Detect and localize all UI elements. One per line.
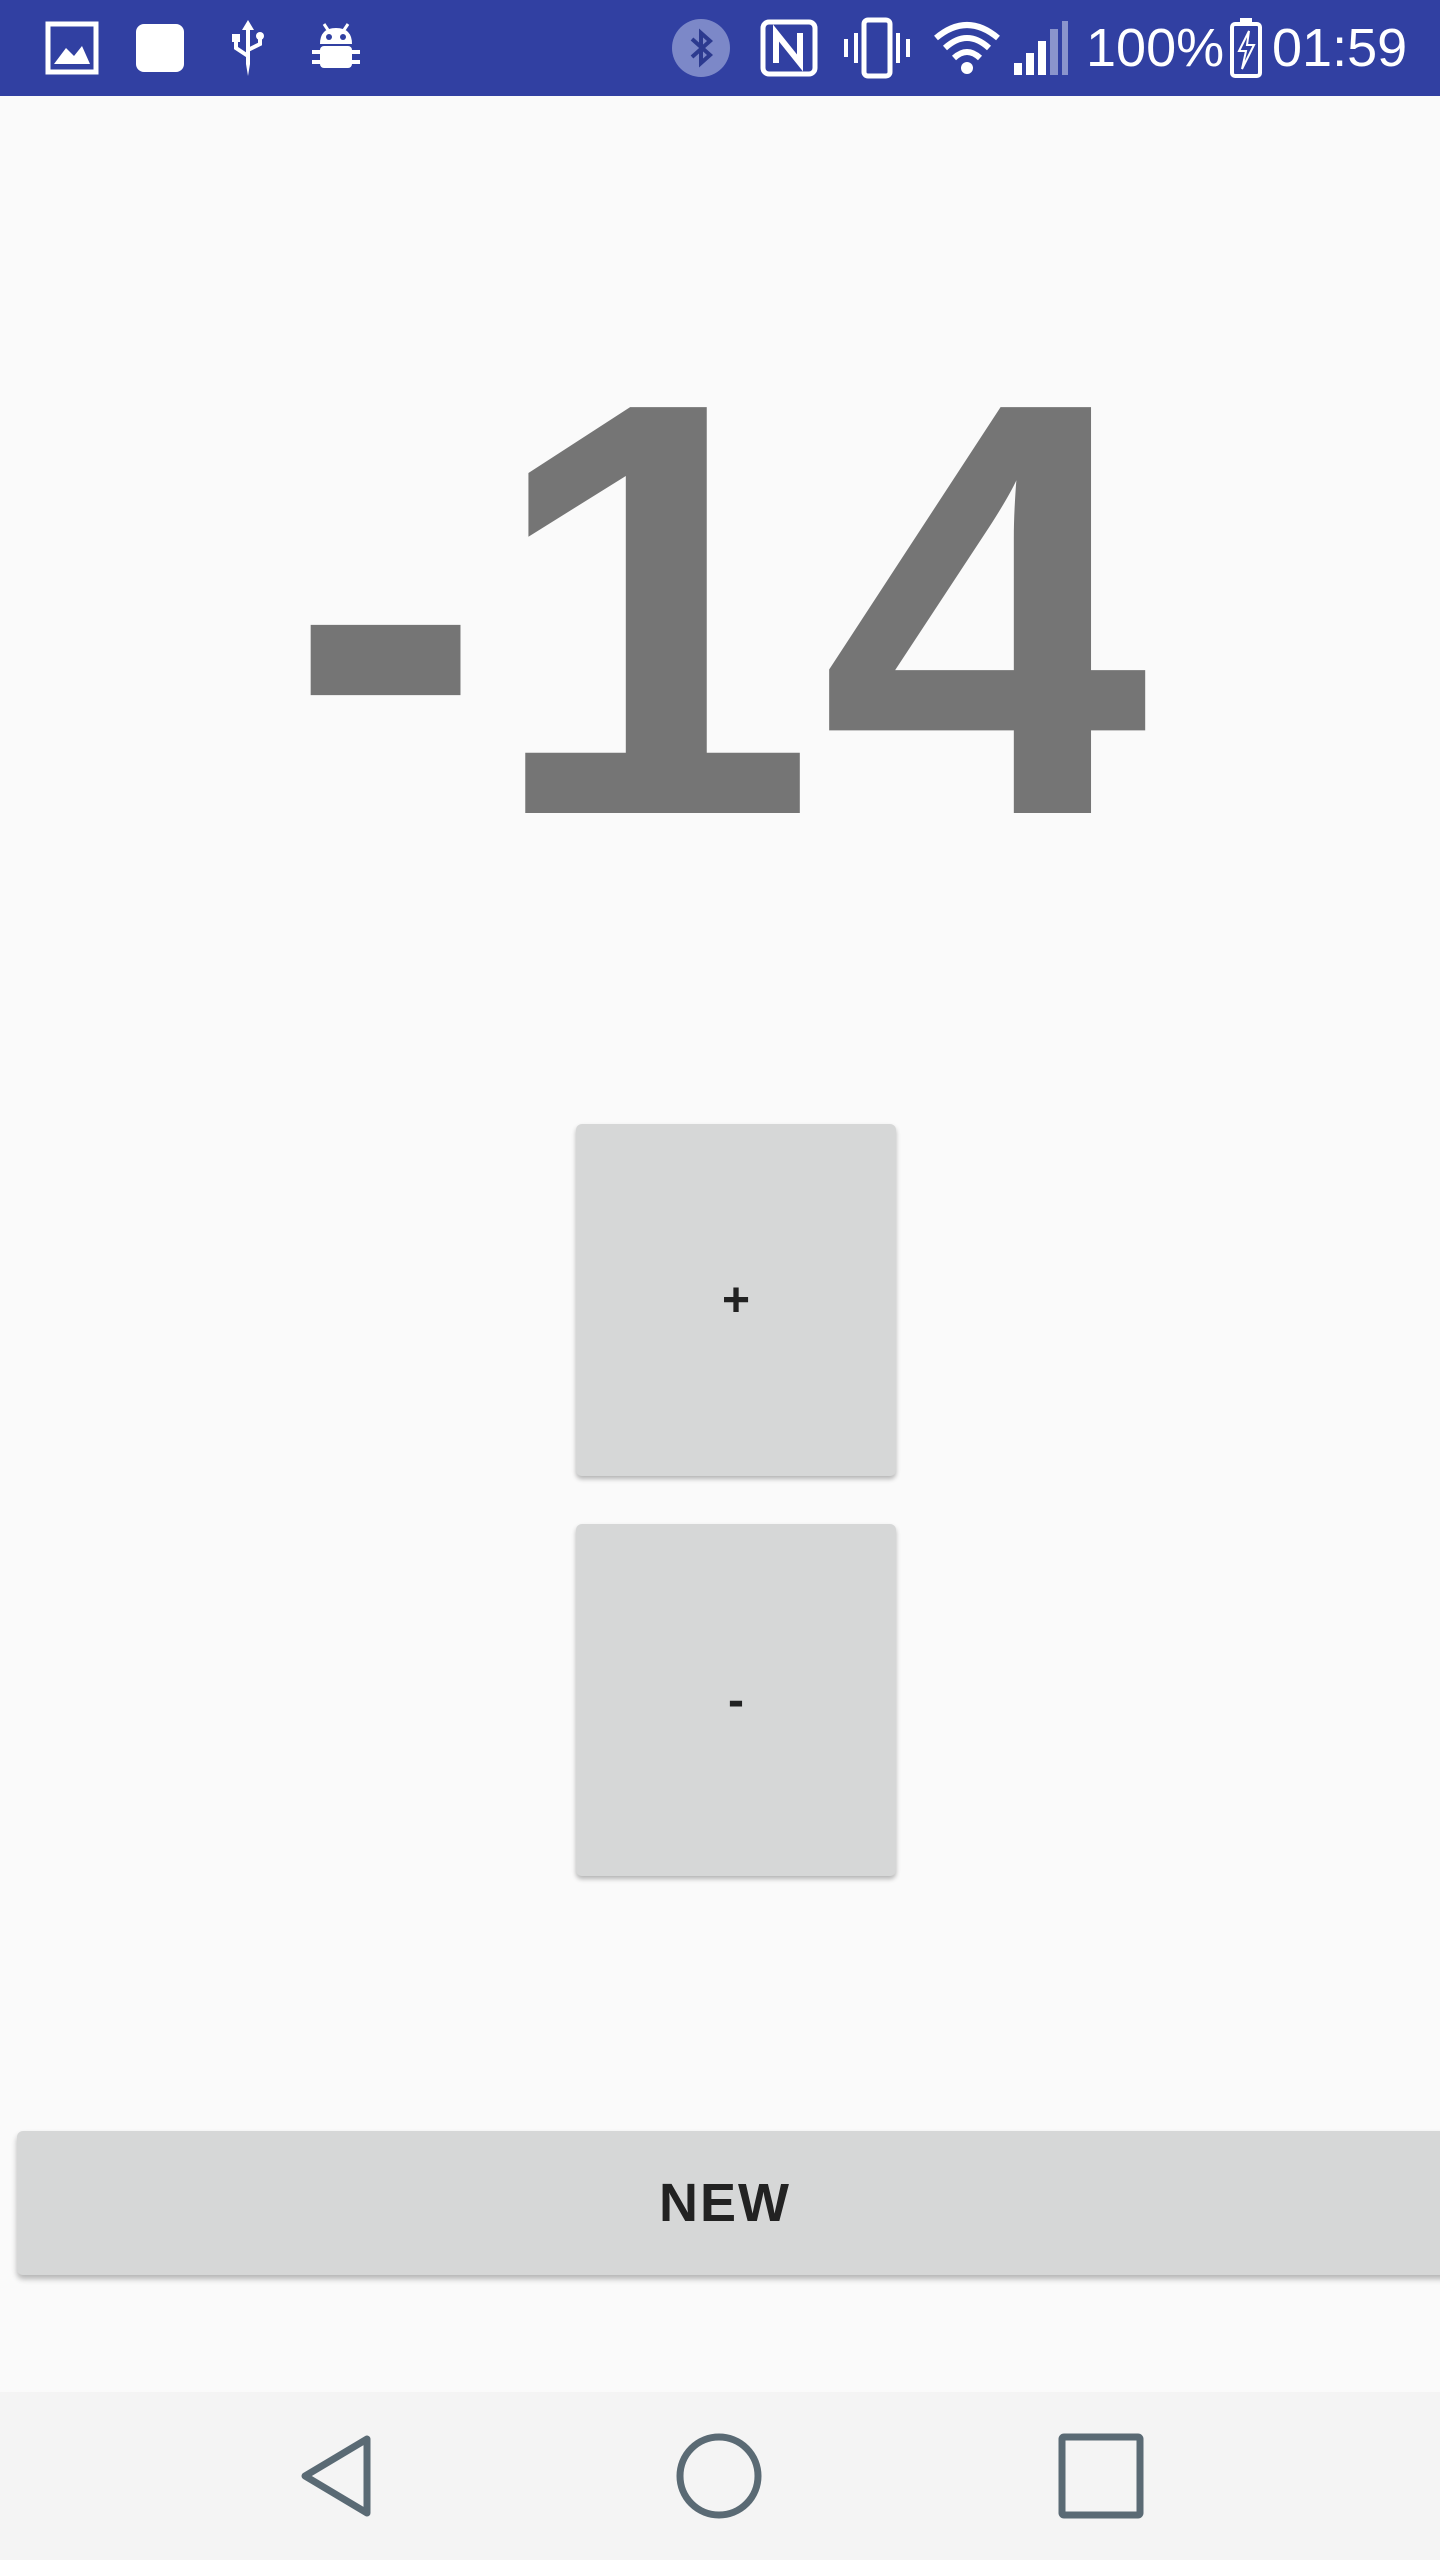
clock: 01:59 <box>1272 18 1408 78</box>
battery-percent: 100% <box>1086 18 1225 78</box>
decrement-button-label: - <box>728 1673 744 1727</box>
new-button-label: NEW <box>659 2173 791 2233</box>
nfc-icon <box>756 0 822 96</box>
status-bar: 100% 01:59 <box>0 0 1440 96</box>
new-button[interactable]: NEW <box>17 2131 1440 2275</box>
decrement-button[interactable]: - <box>576 1524 896 1876</box>
bluetooth-icon <box>668 0 734 96</box>
increment-button[interactable]: + <box>576 1124 896 1476</box>
navigation-bar <box>0 2392 1440 2560</box>
usb-icon <box>222 0 274 96</box>
counter-value: -14 <box>287 280 1153 939</box>
android-debug-icon <box>306 0 366 96</box>
signal-icon <box>1010 0 1072 96</box>
recents-icon[interactable] <box>1001 2392 1201 2560</box>
back-icon[interactable] <box>240 2392 440 2560</box>
battery-charging-icon <box>1226 0 1266 96</box>
increment-button-label: + <box>721 1273 751 1327</box>
square-notification-icon <box>130 0 190 96</box>
wifi-icon <box>930 0 1004 96</box>
vibrate-icon <box>840 0 914 96</box>
image-icon <box>40 0 104 96</box>
home-icon[interactable] <box>619 2392 819 2560</box>
